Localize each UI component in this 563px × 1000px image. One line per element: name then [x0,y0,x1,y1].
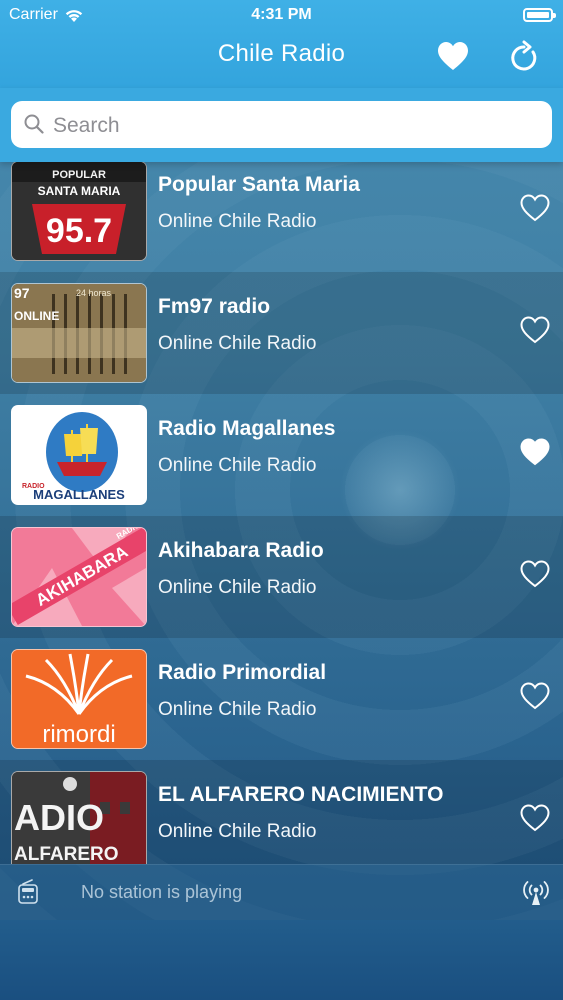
station-name: Radio Magallanes [158,417,336,440]
favorite-heart-outline-icon[interactable] [519,559,551,589]
station-subtitle: Online Chile Radio [158,211,317,232]
station-row-akihabara-radio[interactable]: AKIHABARA RADIO Akihabara Radio Online C… [0,516,563,638]
navigation-bar: Carrier 4:31 PM Chile Radio [0,0,563,88]
page-title: Chile Radio [217,40,346,67]
favorites-heart-icon[interactable] [436,40,470,74]
station-logo: POPULAR SANTA MARIA 95.7 [11,162,147,261]
logo-text: SANTA MARIA [38,184,121,198]
bottom-area [0,920,563,1000]
station-row-popular-santa-maria[interactable]: POPULAR SANTA MARIA 95.7 Popular Santa M… [0,162,563,272]
favorite-heart-outline-icon[interactable] [519,681,551,711]
station-name: Radio Primordial [158,661,327,684]
station-logo: 97 ONLINE 24 horas [11,283,147,383]
playback-status: No station is playing [81,882,243,902]
station-logo: rimordi [11,649,147,749]
station-subtitle: Online Chile Radio [158,455,317,476]
logo-text: 95.7 [46,212,112,250]
radio-icon [17,879,39,905]
station-subtitle: Online Chile Radio [158,699,317,720]
station-subtitle: Online Chile Radio [158,333,317,354]
battery-icon [523,8,556,22]
broadcast-icon[interactable] [521,879,551,907]
logo-text: ADIO [14,797,104,838]
station-subtitle: Online Chile Radio [158,821,317,842]
station-subtitle: Online Chile Radio [158,577,317,598]
logo-text: POPULAR [52,169,106,181]
favorite-heart-outline-icon[interactable] [519,315,551,345]
favorite-heart-filled-icon[interactable] [519,437,551,467]
station-name: Fm97 radio [158,295,271,318]
logo-text: 24 horas [76,288,112,298]
logo-text: ONLINE [14,309,59,323]
station-row-radio-magallanes[interactable]: RADIO MAGALLANES Radio Magallanes Online… [0,394,563,516]
station-row-fm97-radio[interactable]: 97 ONLINE 24 horas Fm97 radio Online Chi… [0,272,563,394]
station-row-radio-primordial[interactable]: rimordi Radio Primordial Online Chile Ra… [0,638,563,760]
logo-text: ALFARERO [14,844,119,864]
now-playing-bar[interactable]: No station is playing [0,864,563,921]
station-name: Akihabara Radio [158,539,324,562]
station-list[interactable]: POPULAR SANTA MARIA 95.7 Popular Santa M… [0,162,563,864]
logo-text: rimordi [42,721,115,748]
station-name: Popular Santa Maria [158,173,360,196]
station-logo: ADIO ALFARERO [11,771,147,864]
station-row-el-alfarero-nacimiento[interactable]: ADIO ALFARERO EL ALFARERO NACIMIENTO Onl… [0,760,563,864]
status-bar: Carrier 4:31 PM [0,0,563,30]
station-logo: AKIHABARA RADIO [11,527,147,627]
logo-text: MAGALLANES [33,487,125,502]
station-logo: RADIO MAGALLANES [11,405,147,505]
station-name: EL ALFARERO NACIMIENTO [158,783,444,806]
search-icon [23,113,45,135]
refresh-icon[interactable] [508,40,540,74]
logo-text: 97 [14,285,30,301]
search-input[interactable] [51,101,545,150]
favorite-heart-outline-icon[interactable] [519,803,551,833]
search-bar [0,88,563,162]
search-box[interactable] [11,101,552,150]
favorite-heart-outline-icon[interactable] [519,193,551,223]
clock: 4:31 PM [251,6,312,23]
